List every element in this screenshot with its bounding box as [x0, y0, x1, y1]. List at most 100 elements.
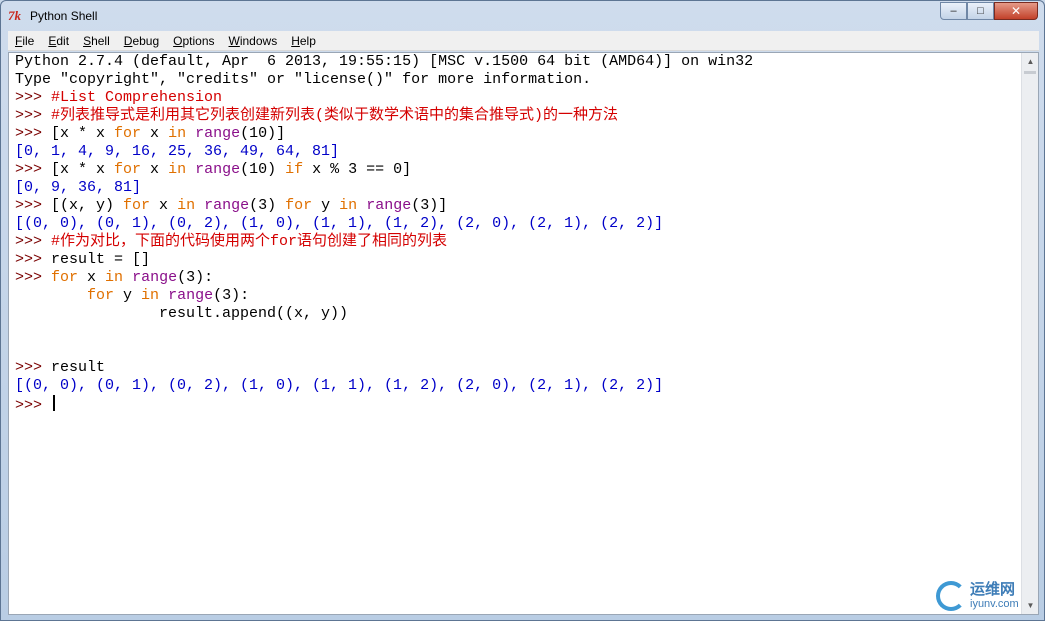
shell-line: >>> result [15, 359, 1022, 377]
shell-segment-text [195, 197, 204, 214]
menu-bar: File Edit Shell Debug Options Windows He… [8, 31, 1039, 51]
shell-segment-text: (10)] [240, 125, 286, 142]
watermark-swirl-icon [936, 581, 966, 611]
scroll-up-icon[interactable]: ▲ [1022, 53, 1039, 70]
shell-segment-text: x % 3 == 0] [303, 161, 412, 178]
shell-segment-text: [x * x [51, 161, 115, 178]
window-title: Python Shell [30, 9, 98, 23]
menu-shell[interactable]: Shell [76, 34, 117, 48]
shell-line: [0, 1, 4, 9, 16, 25, 36, 49, 64, 81] [15, 143, 1022, 161]
shell-segment-keyword: for [114, 125, 142, 142]
shell-segment-output: [(0, 0), (0, 1), (0, 2), (1, 0), (1, 1),… [15, 377, 664, 394]
text-cursor [53, 395, 56, 411]
shell-segment-text [123, 269, 132, 286]
shell-line: >>> #List Comprehension [15, 89, 1022, 107]
shell-line: Python 2.7.4 (default, Apr 6 2013, 19:55… [15, 53, 1022, 71]
shell-line: >>> #作为对比，下面的代码使用两个for语句创建了相同的列表 [15, 233, 1022, 251]
shell-segment-prompt: >>> [15, 397, 52, 414]
menu-debug[interactable]: Debug [117, 34, 166, 48]
shell-segment-text: x [78, 269, 106, 286]
close-button[interactable]: ✕ [994, 2, 1038, 20]
shell-segment-keyword: in [177, 197, 196, 214]
menu-options[interactable]: Options [166, 34, 221, 48]
shell-segment-text: x [141, 161, 169, 178]
minimize-button[interactable]: ‒ [940, 2, 967, 20]
shell-segment-text: (3) [249, 197, 286, 214]
shell-segment-text: result [51, 359, 106, 376]
shell-segment-text [159, 287, 168, 304]
shell-segment-prompt: >>> [15, 125, 52, 142]
shell-segment-keyword: in [141, 287, 160, 304]
menu-edit[interactable]: Edit [41, 34, 76, 48]
shell-text-area[interactable]: Python 2.7.4 (default, Apr 6 2013, 19:55… [9, 53, 1022, 614]
shell-segment-prompt: >>> [15, 251, 52, 268]
shell-client-area: Python 2.7.4 (default, Apr 6 2013, 19:55… [8, 52, 1039, 615]
shell-segment-text: result.append((x, y)) [15, 305, 349, 322]
shell-segment-builtin: range [168, 287, 214, 304]
shell-segment-text: [x * x [51, 125, 115, 142]
shell-segment-prompt: >>> [15, 107, 52, 124]
shell-line: >>> [x * x for x in range(10)] [15, 125, 1022, 143]
tk-feather-icon: 7k [8, 8, 21, 23]
menu-file[interactable]: File [8, 34, 41, 48]
shell-line: >>> for x in range(3): [15, 269, 1022, 287]
shell-segment-text: (3): [213, 287, 250, 304]
shell-segment-keyword: for [123, 197, 151, 214]
shell-segment-keyword: for [285, 197, 313, 214]
vertical-scrollbar[interactable]: ▲ ▼ [1021, 53, 1038, 614]
shell-segment-output: [(0, 0), (0, 1), (0, 2), (1, 0), (1, 1),… [15, 215, 664, 232]
shell-segment-text: (10) [240, 161, 286, 178]
shell-segment-keyword: if [285, 161, 304, 178]
shell-line: >>> result = [] [15, 251, 1022, 269]
shell-segment-keyword: for [114, 161, 142, 178]
watermark-text: 运维网 iyunv.com [970, 580, 1019, 610]
shell-segment-builtin: range [195, 161, 241, 178]
shell-line: Type "copyright", "credits" or "license(… [15, 71, 1022, 89]
shell-segment-text: y [312, 197, 340, 214]
shell-line: >>> [15, 395, 1022, 414]
shell-segment-comment: #作为对比，下面的代码使用两个for语句创建了相同的列表 [51, 233, 448, 250]
shell-segment-text [357, 197, 366, 214]
shell-segment-keyword: in [168, 161, 187, 178]
watermark-logo: 运维网 iyunv.com [936, 576, 1036, 616]
shell-segment-keyword: in [105, 269, 124, 286]
shell-segment-text: (3): [177, 269, 214, 286]
title-bar[interactable]: 7k Python Shell ‒ □ ✕ [1, 1, 1044, 31]
shell-line: [(0, 0), (0, 1), (0, 2), (1, 0), (1, 1),… [15, 215, 1022, 233]
shell-segment-text: x [141, 125, 169, 142]
shell-segment-comment: #列表推导式是利用其它列表创建新列表(类似于数学术语中的集合推导式)的一种方法 [51, 107, 619, 124]
shell-segment-text: Python 2.7.4 (default, Apr 6 2013, 19:55… [15, 53, 754, 70]
shell-segment-text: result = [] [51, 251, 151, 268]
shell-segment-prompt: >>> [15, 233, 52, 250]
python-shell-window: 7k Python Shell ‒ □ ✕ File Edit Shell De… [0, 0, 1045, 621]
shell-segment-prompt: >>> [15, 359, 52, 376]
shell-segment-prompt: >>> [15, 197, 52, 214]
shell-segment-text: x [150, 197, 178, 214]
shell-segment-builtin: range [195, 125, 241, 142]
shell-segment-builtin: range [132, 269, 178, 286]
shell-segment-comment: #List Comprehension [51, 89, 223, 106]
shell-segment-text: [(x, y) [51, 197, 124, 214]
shell-line: >>> #列表推导式是利用其它列表创建新列表(类似于数学术语中的集合推导式)的一… [15, 107, 1022, 125]
scrollbar-thumb[interactable] [1024, 71, 1036, 74]
shell-segment-text: Type "copyright", "credits" or "license(… [15, 71, 592, 88]
shell-segment-text [186, 125, 195, 142]
shell-segment-output: [0, 9, 36, 81] [15, 179, 142, 196]
maximize-button[interactable]: □ [967, 2, 994, 20]
shell-segment-prompt: >>> [15, 161, 52, 178]
shell-segment-text: (3)] [411, 197, 448, 214]
shell-line: [0, 9, 36, 81] [15, 179, 1022, 197]
shell-segment-output: [0, 1, 4, 9, 16, 25, 36, 49, 64, 81] [15, 143, 340, 160]
menu-windows[interactable]: Windows [222, 34, 285, 48]
shell-line: >>> [(x, y) for x in range(3) for y in r… [15, 197, 1022, 215]
menu-help[interactable]: Help [284, 34, 323, 48]
shell-line: [(0, 0), (0, 1), (0, 2), (1, 0), (1, 1),… [15, 377, 1022, 395]
shell-segment-text: y [114, 287, 142, 304]
shell-segment-text [186, 161, 195, 178]
shell-segment-keyword: for [15, 287, 115, 304]
shell-segment-builtin: range [204, 197, 250, 214]
shell-segment-keyword: for [51, 269, 79, 286]
shell-segment-keyword: in [339, 197, 358, 214]
shell-segment-builtin: range [366, 197, 412, 214]
